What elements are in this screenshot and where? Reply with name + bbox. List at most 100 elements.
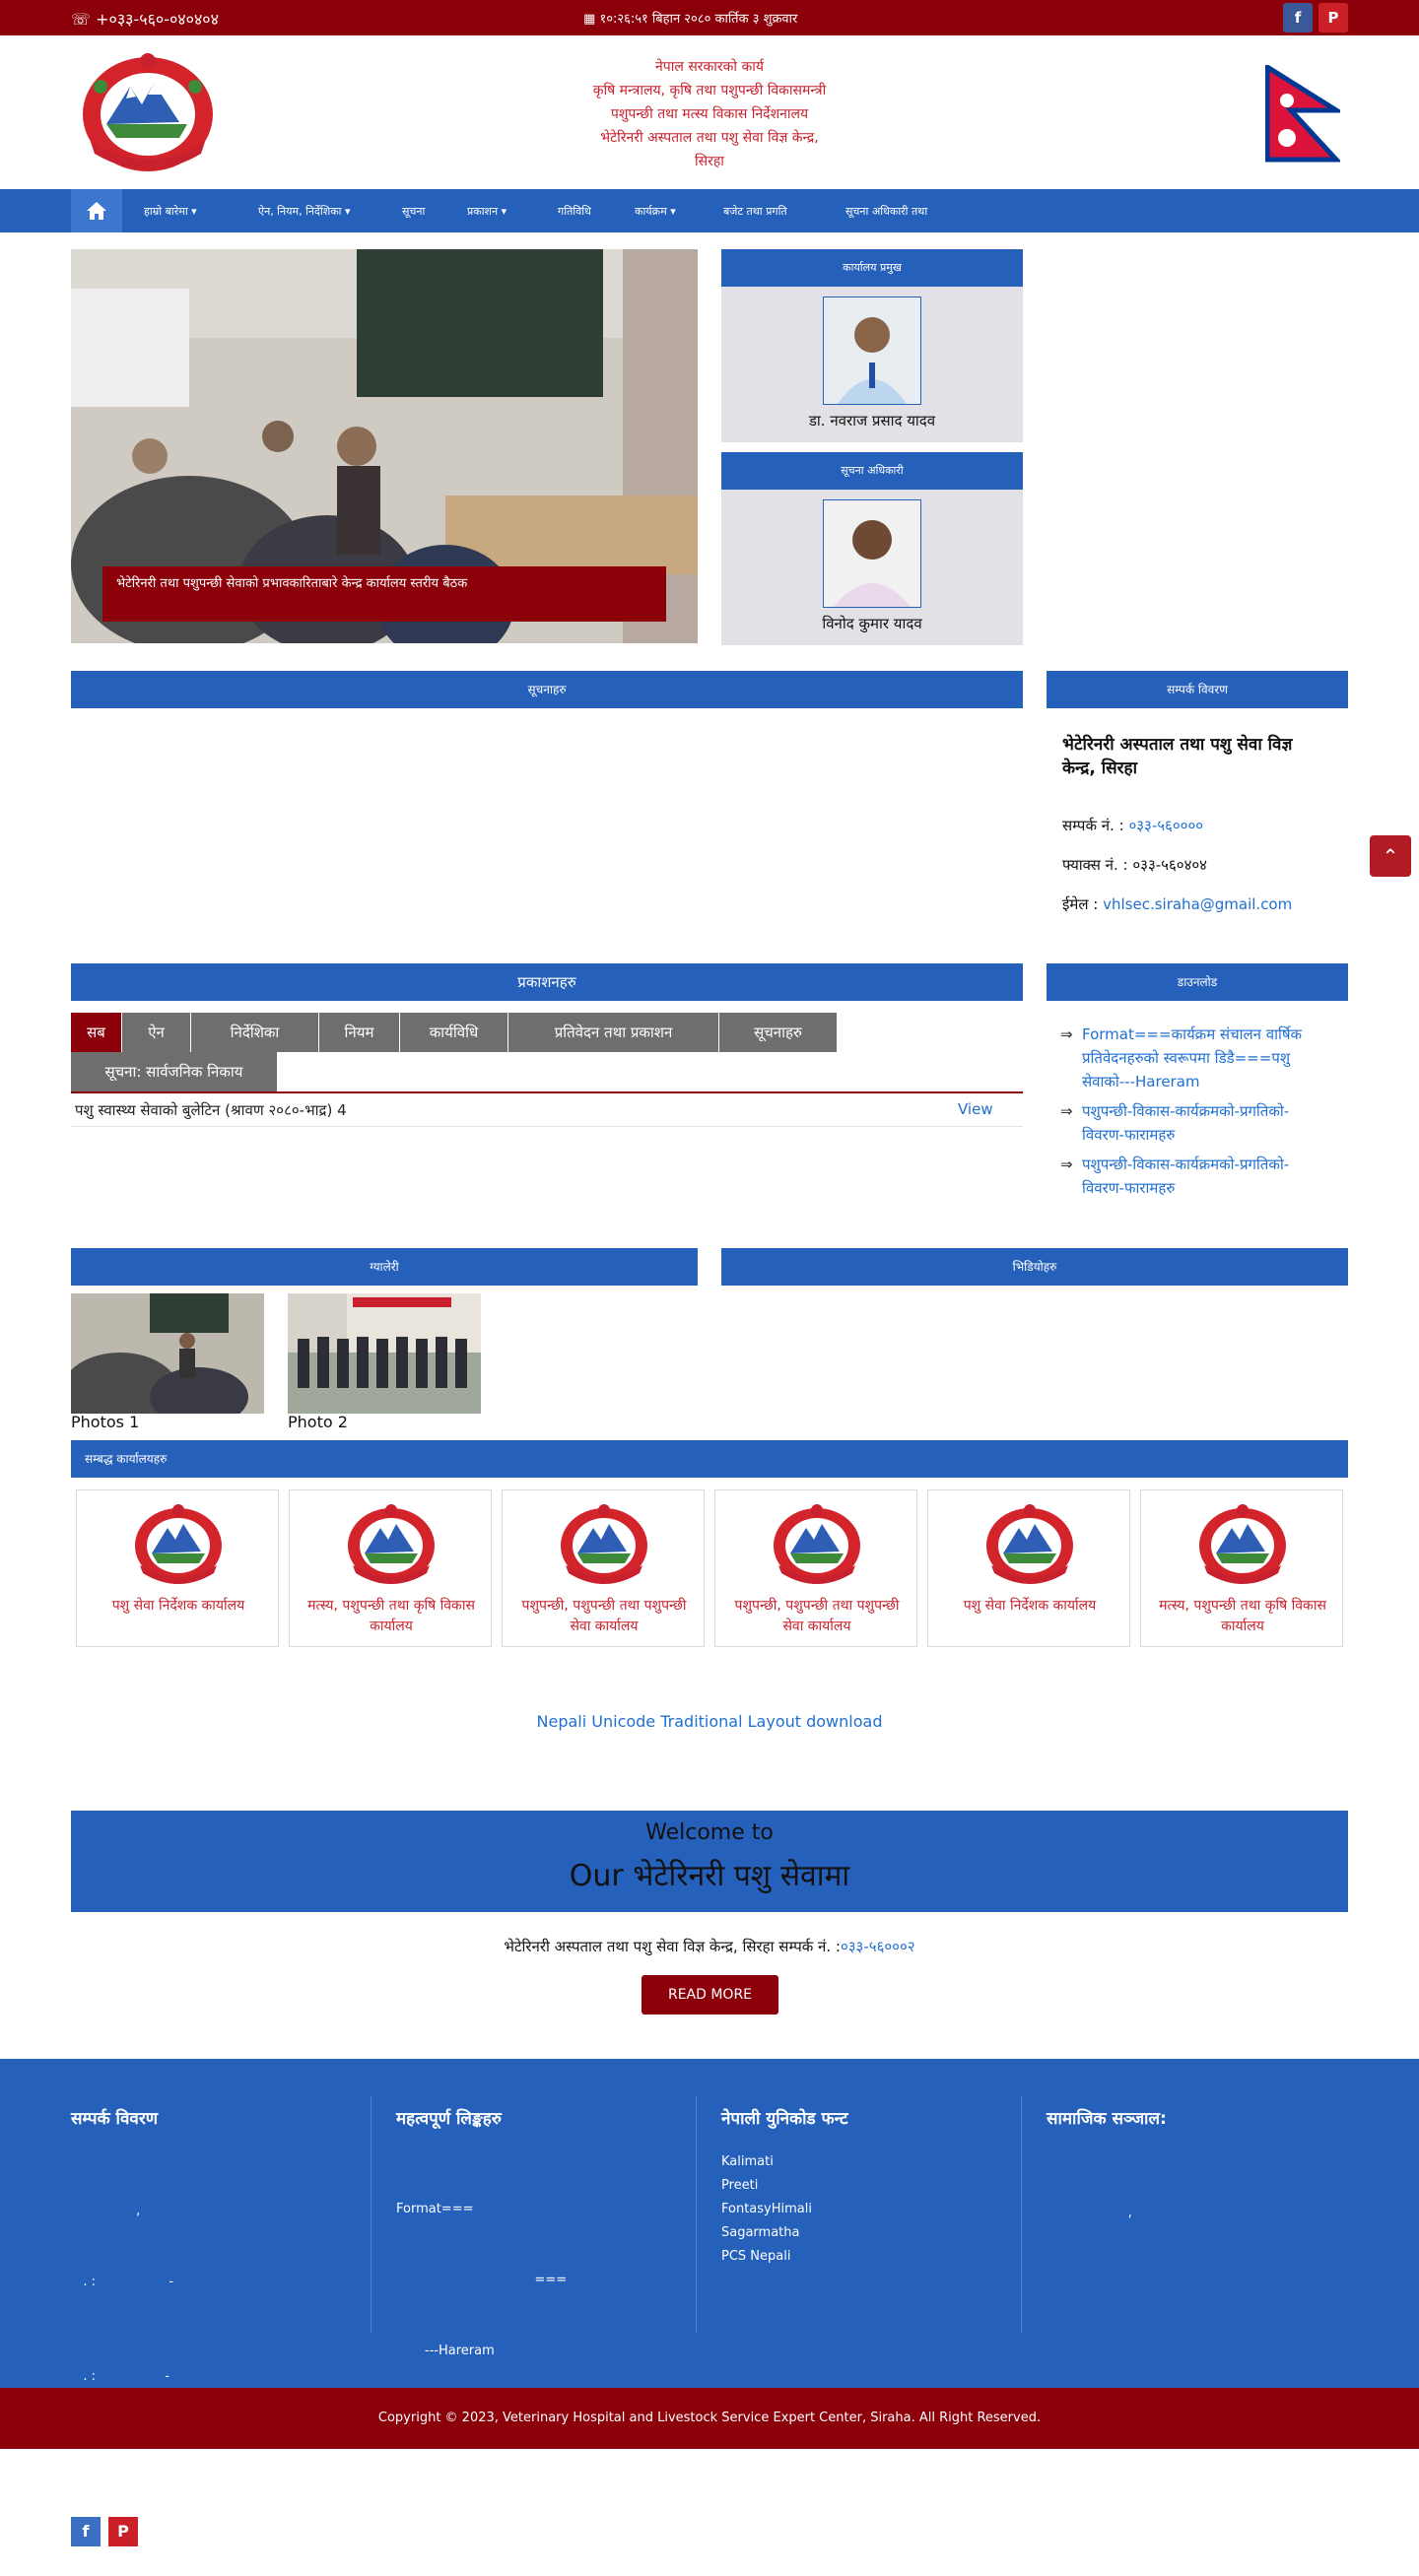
- welcome-description: भेटेरिनरी अस्पताल तथा पशु सेवा विज्ञ केन…: [0, 1937, 1419, 1956]
- downloads-header: डाउनलोड: [1047, 963, 1348, 1001]
- tab-procedures[interactable]: कार्यविधि: [400, 1013, 508, 1052]
- contact-fax-label: फ्याक्स नं. :: [1062, 856, 1128, 874]
- contact-office-name: भेटेरिनरी अस्पताल तथा पशु सेवा विज्ञ केन…: [1062, 735, 1293, 778]
- footer-line: . : -: [71, 2369, 169, 2384]
- download-item: ⇒ Format===कार्यक्रम संचालन वार्षिक प्रत…: [1060, 1023, 1328, 1093]
- related-office-card[interactable]: मत्स्य, पशुपन्छी तथा कृषि विकास कार्यालय: [289, 1489, 492, 1647]
- gallery-thumbnail[interactable]: [288, 1293, 481, 1414]
- related-office-card[interactable]: पशु सेवा निर्देशक कार्यालय: [927, 1489, 1130, 1647]
- footer-divider: [696, 2096, 697, 2333]
- contact-email-link[interactable]: vhlsec.siraha@gmail.com: [1103, 895, 1292, 913]
- related-office-name: पशुपन्छी, पशुपन्छी तथा पशुपन्छी सेवा कार…: [734, 1598, 900, 1634]
- related-office-name: मत्स्य, पशुपन्छी तथा कृषि विकास कार्यालय: [1159, 1598, 1326, 1634]
- scroll-to-top-button[interactable]: ⌃: [1370, 835, 1411, 877]
- nav-acts-rules[interactable]: ऐन, नियम, निर्देशिका ▾: [258, 204, 351, 219]
- tab-all[interactable]: सब: [71, 1013, 122, 1052]
- government-emblem-icon: [767, 1502, 867, 1587]
- footer-contact-lines: , . : - . : - :vhlsec.siraha@gmail.com: [71, 2152, 367, 2507]
- tab-rules[interactable]: नियम: [319, 1013, 400, 1052]
- office-line: कृषि मन्त्रालय, कृषि तथा पशुपन्छी विकासम…: [592, 83, 827, 99]
- nav-notice[interactable]: सूचना: [402, 204, 425, 219]
- footer-social-line: ,: [1047, 2206, 1132, 2220]
- publication-title: पशु स्वास्थ्य सेवाको बुलेटिन (श्रावण २०८…: [75, 1101, 347, 1119]
- tab-acts[interactable]: ऐन: [122, 1013, 191, 1052]
- related-office-card[interactable]: पशुपन्छी, पशुपन्छी तथा पशुपन्छी सेवा कार…: [502, 1489, 705, 1647]
- welcome-banner: Welcome to Our भेटेरिनरी पशु सेवामा: [71, 1811, 1348, 1912]
- footer-contact: सम्पर्क विवरण , . : - . : - :vhlsec.sira…: [71, 2106, 367, 2546]
- tab-notices[interactable]: सूचनाहरु: [719, 1013, 838, 1052]
- font-link-pcs-nepali[interactable]: PCS Nepali: [721, 2245, 1017, 2269]
- font-link-sagarmatha[interactable]: Sagarmatha: [721, 2221, 1017, 2245]
- office-line: सिरहा: [695, 154, 724, 169]
- contact-fax: फ्याक्स नं. : ०३३-५६०४०४: [1062, 853, 1207, 877]
- footer-fonts-list: Kalimati Preeti FontasyHimali Sagarmatha…: [721, 2150, 1017, 2269]
- calendar-icon: ▦: [583, 12, 596, 27]
- nav-about[interactable]: हाम्रो बारेमा ▾: [144, 204, 197, 219]
- publication-row: पशु स्वास्थ्य सेवाको बुलेटिन (श्रावण २०८…: [71, 1095, 1023, 1127]
- gallery-label[interactable]: Photo 2: [288, 1413, 348, 1431]
- footer-links-title: महत्वपूर्ण लिङ्कहरु: [396, 2109, 502, 2129]
- related-office-card[interactable]: पशु सेवा निर्देशक कार्यालय: [76, 1489, 279, 1647]
- nav-publication[interactable]: प्रकाशन ▾: [467, 204, 507, 219]
- image-slider[interactable]: भेटेरिनरी तथा पशुपन्छी सेवाको प्रभावकारि…: [71, 249, 698, 643]
- gallery-header: ग्यालेरी: [71, 1248, 698, 1286]
- footer-link[interactable]: Format===: [396, 2198, 692, 2221]
- footer-contact-title: सम्पर्क विवरण: [71, 2109, 159, 2129]
- phone-number[interactable]: ☏ +०३३-५६०-०४०४०४: [71, 8, 219, 30]
- arrow-right-icon: ⇒: [1060, 1102, 1073, 1120]
- publication-view-link[interactable]: View: [958, 1100, 993, 1118]
- font-link-kalimati[interactable]: Kalimati: [721, 2150, 1017, 2174]
- videos-header: भिडियोहरु: [721, 1248, 1348, 1286]
- footer-link[interactable]: - - - - -: [396, 2505, 692, 2529]
- information-officer-name: विनोद कुमार यादव: [822, 615, 922, 632]
- nav-programs[interactable]: कार्यक्रम ▾: [635, 204, 676, 219]
- contact-phone-link[interactable]: ०३३-५६००००: [1128, 817, 1203, 834]
- nav-budget-progress[interactable]: बजेट तथा प्रगति: [723, 204, 787, 219]
- download-link[interactable]: पशुपन्छी-विकास-कार्यक्रमको-प्रगतिको-विवर…: [1062, 1153, 1328, 1200]
- font-link-fontasyhimali[interactable]: FontasyHimali: [721, 2198, 1017, 2221]
- information-officer-title: सूचना अधिकारी: [721, 452, 1023, 490]
- gallery-label[interactable]: Photos 1: [71, 1413, 139, 1431]
- top-bar: ☏ +०३३-५६०-०४०४०४ ▦ १०:२६:५१ बिहान २०८० …: [0, 0, 1419, 35]
- gallery-thumbnail[interactable]: [71, 1293, 264, 1414]
- font-link-preeti[interactable]: Preeti: [721, 2174, 1017, 2198]
- download-link[interactable]: पशुपन्छी-विकास-कार्यक्रमको-प्रगतिको-विवर…: [1062, 1099, 1328, 1147]
- footer-pinterest-icon[interactable]: P: [108, 2517, 138, 2546]
- footer-divider: [371, 2096, 372, 2333]
- government-emblem-logo[interactable]: [71, 47, 225, 177]
- pinterest-button[interactable]: P: [1318, 3, 1348, 33]
- footer-facebook-icon[interactable]: f: [71, 2517, 101, 2546]
- unicode-download-link[interactable]: Nepali Unicode Traditional Layout downlo…: [0, 1712, 1419, 1731]
- tab-public-body[interactable]: सूचना: सार्वजनिक निकाय: [71, 1052, 278, 1091]
- read-more-button[interactable]: READ MORE: [642, 1975, 778, 2015]
- tab-reports[interactable]: प्रतिवेदन तथा प्रकाशन: [508, 1013, 719, 1052]
- footer-link[interactable]: ===: [396, 2269, 692, 2292]
- footer-social: f P: [71, 2517, 367, 2546]
- arrow-right-icon: ⇒: [1060, 1025, 1073, 1043]
- nav-information-officer[interactable]: सूचना अधिकारी तथा: [845, 204, 927, 219]
- related-office-name: पशुपन्छी, पशुपन्छी तथा पशुपन्छी सेवा कार…: [521, 1598, 687, 1634]
- home-button[interactable]: [71, 189, 122, 232]
- information-officer-photo: [823, 499, 921, 608]
- information-officer-card: सूचना अधिकारी विनोद कुमार यादव: [721, 452, 1023, 645]
- notices-header: सूचनाहरु: [71, 671, 1023, 708]
- related-office-card[interactable]: पशुपन्छी, पशुपन्छी तथा पशुपन्छी सेवा कार…: [714, 1489, 917, 1647]
- tab-guidelines[interactable]: निर्देशिका: [191, 1013, 319, 1052]
- nav-activities[interactable]: गतिविधि: [558, 204, 591, 219]
- welcome-line1: Welcome to: [645, 1820, 774, 1845]
- home-icon: [87, 202, 106, 220]
- download-item: ⇒ पशुपन्छी-विकास-कार्यक्रमको-प्रगतिको-वि…: [1060, 1099, 1328, 1147]
- contact-fax-value: ०३३-५६०४०४: [1132, 856, 1207, 874]
- facebook-icon: f: [1294, 9, 1302, 27]
- download-link[interactable]: Format===कार्यक्रम संचालन वार्षिक प्रतिव…: [1062, 1023, 1328, 1093]
- government-emblem-icon: [128, 1502, 229, 1587]
- facebook-button[interactable]: f: [1283, 3, 1313, 33]
- footer-link[interactable]: ---Hareram: [396, 2340, 692, 2363]
- related-office-card[interactable]: मत्स्य, पशुपन्छी तथा कृषि विकास कार्यालय: [1140, 1489, 1343, 1647]
- office-line: नेपाल सरकारको कार्य: [655, 59, 764, 75]
- date-text: १०:२६:५१ बिहान २०८० कार्तिक ३ शुक्रवार: [599, 12, 798, 27]
- welcome-phone-link[interactable]: ०३३-५६०००२: [841, 1938, 915, 1955]
- welcome-line2: Our भेटेरिनरी पशु सेवामा: [569, 1859, 850, 1893]
- office-chief-name: डा. नवराज प्रसाद यादव: [808, 412, 936, 429]
- footer-fonts: नेपाली युनिकोड फन्ट Kalimati Preeti Font…: [721, 2106, 1017, 2269]
